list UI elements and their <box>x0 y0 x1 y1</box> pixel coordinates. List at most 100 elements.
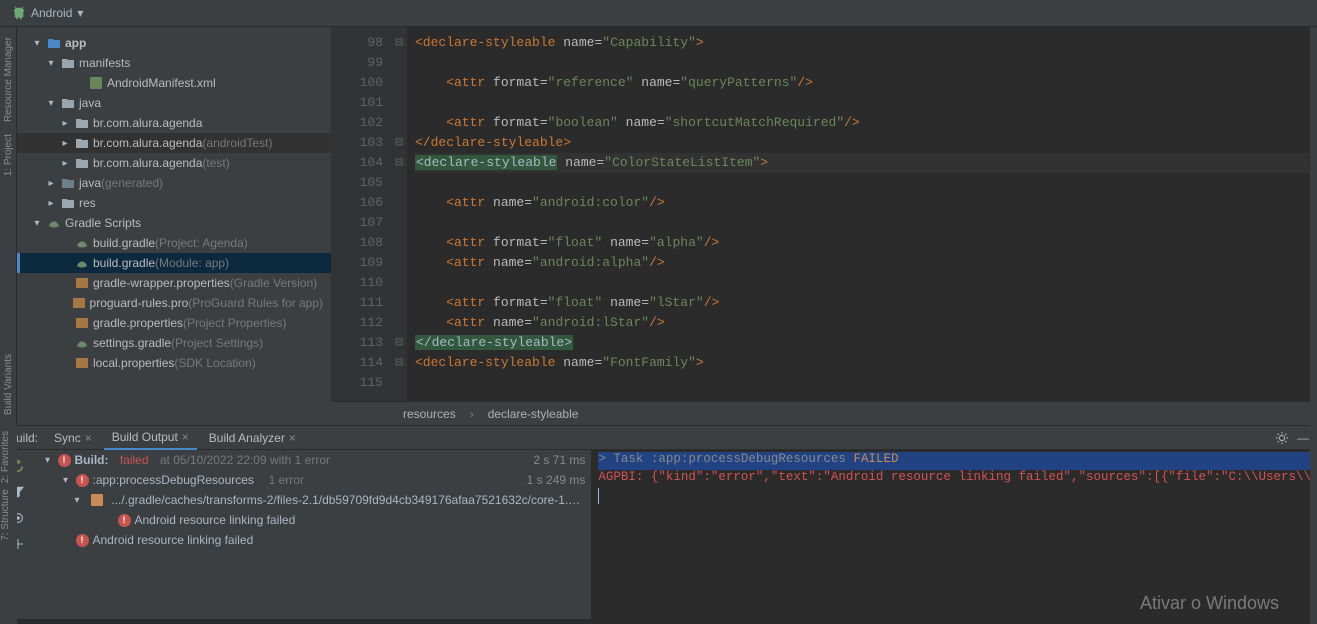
tree-node-build-gradle-project[interactable]: ▸build.gradle (Project: Agenda) <box>17 233 331 253</box>
info: at 05/10/2022 22:09 with 1 error <box>160 453 330 467</box>
label-suffix: (Module: app) <box>155 256 229 270</box>
gradle-file-icon <box>74 337 90 349</box>
label: java <box>79 176 101 190</box>
label: Build Analyzer <box>209 431 285 445</box>
project-panel: ▾app ▾manifests ▸AndroidManifest.xml ▾ja… <box>17 27 331 425</box>
tree-node-gradle-wrapper[interactable]: ▸gradle-wrapper.properties (Gradle Versi… <box>17 273 331 293</box>
hide-panel-icon[interactable]: — <box>1297 431 1309 445</box>
module-label: Android <box>31 6 72 20</box>
line-number: 106 <box>331 193 383 213</box>
tab-build-analyzer[interactable]: Build Analyzer × <box>201 426 304 450</box>
build-node-res-error-1[interactable]: ▸! Android resource linking failed <box>36 510 592 530</box>
breadcrumb-item[interactable]: declare-styleable <box>488 407 579 421</box>
tree-node-settings-gradle[interactable]: ▸settings.gradle (Project Settings) <box>17 333 331 353</box>
label-suffix: (test) <box>202 156 229 170</box>
error-icon: ! <box>76 534 89 547</box>
gradle-file-icon <box>74 257 90 269</box>
xml-file-icon <box>90 494 105 506</box>
tree-node-java[interactable]: ▾java <box>17 93 331 113</box>
rail-structure[interactable]: 7: Structure <box>0 489 11 541</box>
build-tab-strip: Build: Sync× Build Output× Build Analyze… <box>0 425 1317 449</box>
folder-icon <box>60 97 76 109</box>
json: {"kind":"error","text":"Android resource… <box>651 470 1311 484</box>
close-icon[interactable]: × <box>85 431 92 445</box>
tree-node-package-test[interactable]: ▸br.com.alura.agenda (test) <box>17 153 331 173</box>
line-number: 107 <box>331 213 383 233</box>
close-icon[interactable]: × <box>182 430 189 444</box>
overlay-title: Ativar o Windows <box>1140 593 1279 614</box>
build-tree: ▾! Build: failed at 05/10/2022 22:09 wit… <box>36 450 593 619</box>
gutter[interactable]: 98 99 100 101 102 103 104 105 106 107 10… <box>331 27 391 401</box>
windows-activation-overlay: Ativar o Windows <box>1140 593 1279 614</box>
code-view[interactable]: <declare-styleable name="Capability"> <a… <box>407 27 1317 401</box>
rail-project[interactable]: 1: Project <box>3 134 14 176</box>
build-node-res-error-2[interactable]: ▸! Android resource linking failed <box>36 530 592 550</box>
line-number: 101 <box>331 93 383 113</box>
tree-node-android-manifest[interactable]: ▸AndroidManifest.xml <box>17 73 331 93</box>
folder-icon <box>60 177 76 189</box>
package-icon <box>74 117 90 129</box>
line-number: 99 <box>331 53 383 73</box>
status: FAILED <box>846 452 899 466</box>
label-suffix: (Project: Agenda) <box>155 236 248 250</box>
gradle-icon <box>46 217 62 229</box>
tool-window-left-rail: Resource Manager 1: Project Build Varian… <box>0 27 17 425</box>
tree-node-app[interactable]: ▾app <box>17 33 331 53</box>
tree-node-local-properties[interactable]: ▸local.properties (SDK Location) <box>17 353 331 373</box>
label: Build: <box>75 453 109 467</box>
error-icon: ! <box>76 474 89 487</box>
line-number: 104 <box>331 153 383 173</box>
label: .../.gradle/caches/transforms-2/files-2.… <box>111 493 585 507</box>
close-icon[interactable]: × <box>289 431 296 445</box>
line-number: 98 <box>331 33 383 53</box>
tree-node-manifests[interactable]: ▾manifests <box>17 53 331 73</box>
tree-node-gradle-properties[interactable]: ▸gradle.properties (Project Properties) <box>17 313 331 333</box>
props-file-icon <box>74 357 90 369</box>
tab-build-output[interactable]: Build Output × <box>104 426 197 450</box>
line-number: 108 <box>331 233 383 253</box>
label-suffix: (Project Properties) <box>183 316 286 330</box>
rail-favorites[interactable]: 2: Favorites <box>0 431 11 483</box>
line-number: 114 <box>331 353 383 373</box>
module-selector[interactable]: Android ▾ <box>0 6 95 20</box>
label: Android resource linking failed <box>135 513 296 527</box>
package-icon <box>74 157 90 169</box>
line-number: 111 <box>331 293 383 313</box>
build-node-root[interactable]: ▾! Build: failed at 05/10/2022 22:09 wit… <box>36 450 592 470</box>
label: Sync <box>54 431 81 445</box>
tab-sync[interactable]: Sync × <box>46 426 100 450</box>
rail-build-variants[interactable]: Build Variants <box>3 354 14 415</box>
label: local.properties <box>93 356 174 370</box>
gear-icon[interactable] <box>1275 431 1289 445</box>
label: br.com.alura.agenda <box>93 156 202 170</box>
label-suffix: (Project Settings) <box>171 336 263 350</box>
label-suffix: (generated) <box>101 176 163 190</box>
tree-node-proguard[interactable]: ▸proguard-rules.pro (ProGuard Rules for … <box>17 293 331 313</box>
build-node-task[interactable]: ▾! :app:processDebugResources 1 error 1 … <box>36 470 592 490</box>
tree-node-gradle-scripts[interactable]: ▾Gradle Scripts <box>17 213 331 233</box>
tree-node-java-generated[interactable]: ▸java (generated) <box>17 173 331 193</box>
label: gradle-wrapper.properties <box>93 276 230 290</box>
breadcrumb: resources › declare-styleable <box>331 401 1317 425</box>
tree-node-build-gradle-module[interactable]: ▸build.gradle (Module: app) <box>17 253 331 273</box>
tree-node-package[interactable]: ▸br.com.alura.agenda <box>17 113 331 133</box>
props-file-icon <box>74 317 90 329</box>
prefix: > <box>598 452 613 466</box>
line-number: 110 <box>331 273 383 293</box>
tree-node-res[interactable]: ▸res <box>17 193 331 213</box>
label: app <box>65 36 86 50</box>
info: 1 error <box>269 473 304 487</box>
label: Build Output <box>112 430 178 444</box>
tree-node-package-androidtest[interactable]: ▸br.com.alura.agenda (androidTest) <box>17 133 331 153</box>
line-number: 103 <box>331 133 383 153</box>
fold-strip[interactable]: ⊟⊟⊟⊟⊟ <box>391 27 407 401</box>
rail-resource-manager[interactable]: Resource Manager <box>3 37 14 122</box>
line-number: 113 <box>331 333 383 353</box>
label: AndroidManifest.xml <box>107 76 216 90</box>
label-suffix: (ProGuard Rules for app) <box>188 296 323 310</box>
label-suffix: (androidTest) <box>202 136 272 150</box>
build-node-cache-file[interactable]: ▾.../.gradle/caches/transforms-2/files-2… <box>36 490 592 510</box>
label: manifests <box>79 56 130 70</box>
breadcrumb-item[interactable]: resources <box>403 407 456 421</box>
duration: 2 s 71 ms <box>533 453 585 467</box>
